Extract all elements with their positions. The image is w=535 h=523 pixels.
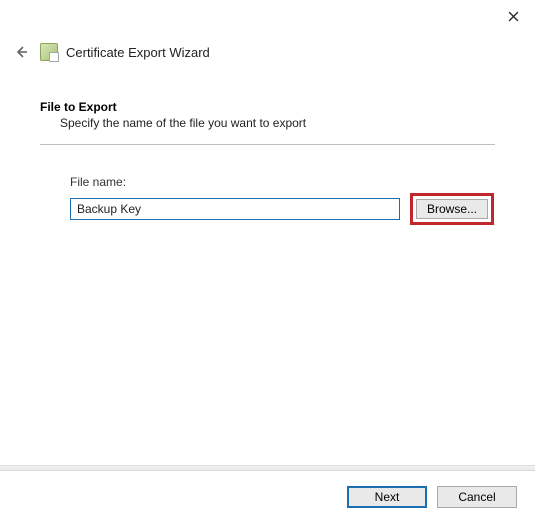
certificate-wizard-icon <box>40 43 58 61</box>
browse-button[interactable]: Browse... <box>416 199 488 219</box>
wizard-title: Certificate Export Wizard <box>66 45 210 60</box>
header-row: Certificate Export Wizard <box>10 40 525 64</box>
wizard-page: File to Export Specify the name of the f… <box>40 100 495 225</box>
back-button[interactable] <box>10 41 32 63</box>
page-subheading: Specify the name of the file you want to… <box>40 116 495 130</box>
close-icon <box>508 11 519 22</box>
file-name-input[interactable] <box>70 198 400 220</box>
cancel-button[interactable]: Cancel <box>437 486 517 508</box>
footer: Next Cancel <box>0 471 535 523</box>
browse-highlight: Browse... <box>410 193 494 225</box>
file-name-label: File name: <box>70 175 495 189</box>
file-field-block: File name: Browse... <box>40 175 495 225</box>
arrow-left-icon <box>13 44 29 60</box>
close-button[interactable] <box>501 6 525 26</box>
file-field-row: Browse... <box>70 193 495 225</box>
separator <box>40 144 495 145</box>
next-button[interactable]: Next <box>347 486 427 508</box>
page-heading: File to Export <box>40 100 495 114</box>
title-bar <box>0 0 535 30</box>
